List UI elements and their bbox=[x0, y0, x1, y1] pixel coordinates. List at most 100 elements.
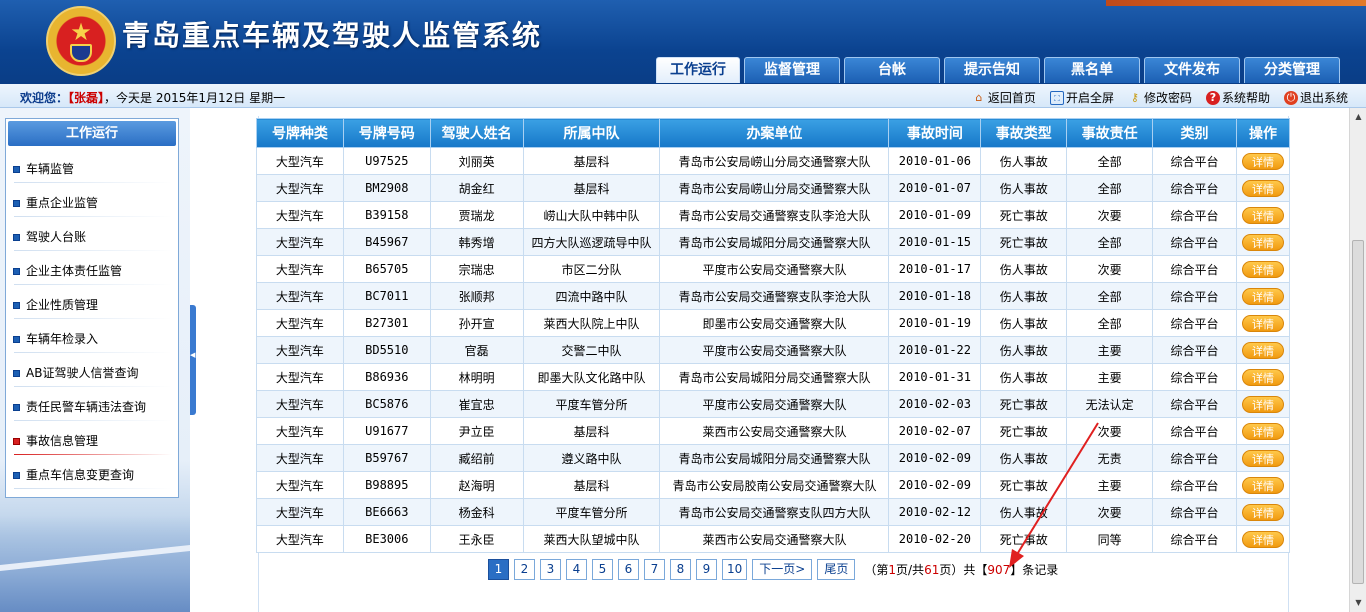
vertical-scrollbar[interactable]: ▲ ▼ bbox=[1349, 108, 1366, 612]
cell-plate-type: 大型汽车 bbox=[256, 417, 344, 445]
page-5-button[interactable]: 5 bbox=[592, 559, 613, 580]
cell-handling-unit: 平度市公安局交通警察大队 bbox=[659, 255, 890, 283]
sidebar-item-enterprise-nature[interactable]: 企业性质管理 bbox=[6, 288, 178, 322]
page-6-button[interactable]: 6 bbox=[618, 559, 639, 580]
sidebar-item-vehicle-change-query[interactable]: 重点车信息变更查询 bbox=[6, 458, 178, 492]
cell-driver-name: 崔宜忠 bbox=[429, 390, 524, 418]
cell-accident-type: 伤人事故 bbox=[980, 255, 1068, 283]
cell-handling-unit: 青岛市公安局城阳分局交通警察大队 bbox=[659, 228, 890, 256]
sidebar-item-accident-info[interactable]: 事故信息管理 bbox=[6, 424, 178, 458]
cell-accident-type: 死亡事故 bbox=[980, 471, 1068, 499]
tab-categories[interactable]: 分类管理 bbox=[1244, 57, 1340, 83]
detail-button[interactable]: 详情 bbox=[1241, 449, 1284, 467]
cell-accident-time: 2010-01-15 bbox=[888, 228, 982, 256]
tab-blacklist[interactable]: 黑名单 bbox=[1044, 57, 1140, 83]
fullscreen-link[interactable]: ⛶ 开启全屏 bbox=[1049, 89, 1114, 106]
cell-responsibility: 次要 bbox=[1066, 498, 1154, 526]
col-accident-time[interactable]: 事故时间 bbox=[888, 118, 982, 148]
change-password-link[interactable]: ⚷ 修改密码 bbox=[1128, 89, 1192, 106]
detail-button[interactable]: 详情 bbox=[1241, 368, 1284, 386]
sidebar-item-label: 驾驶人台账 bbox=[26, 230, 87, 244]
detail-button[interactable]: 详情 bbox=[1241, 341, 1284, 359]
user-name: 【张磊】 bbox=[68, 91, 105, 105]
sidebar-item-officer-violation-query[interactable]: 责任民警车辆违法查询 bbox=[6, 390, 178, 424]
next-page-button[interactable]: 下一页> bbox=[752, 559, 813, 580]
cell-responsibility: 无法认定 bbox=[1066, 390, 1154, 418]
page-2-button[interactable]: 2 bbox=[514, 559, 535, 580]
help-link[interactable]: ? 系统帮助 bbox=[1205, 89, 1270, 106]
cell-plate-number: B27301 bbox=[342, 309, 431, 337]
tab-ledger[interactable]: 台帐 bbox=[844, 57, 940, 83]
scroll-down-icon[interactable]: ▼ bbox=[1351, 595, 1366, 611]
detail-button[interactable]: 详情 bbox=[1241, 476, 1284, 494]
cell-plate-type: 大型汽车 bbox=[256, 282, 344, 310]
page-1-button[interactable]: 1 bbox=[488, 559, 509, 580]
col-driver-name[interactable]: 驾驶人姓名 bbox=[429, 118, 524, 148]
sidebar-item-label: 重点车信息变更查询 bbox=[26, 468, 135, 482]
col-accident-type[interactable]: 事故类型 bbox=[980, 118, 1068, 148]
page-8-button[interactable]: 8 bbox=[670, 559, 691, 580]
sidebar-item-ab-license-query[interactable]: AB证驾驶人信誉查询 bbox=[6, 356, 178, 390]
detail-button[interactable]: 详情 bbox=[1241, 422, 1284, 440]
tab-supervision[interactable]: 监督管理 bbox=[744, 57, 840, 83]
last-page-button[interactable]: 尾页 bbox=[817, 559, 856, 580]
cell-plate-number: U91677 bbox=[342, 417, 431, 445]
detail-button[interactable]: 详情 bbox=[1241, 233, 1284, 251]
detail-button[interactable]: 详情 bbox=[1241, 206, 1284, 224]
cell-driver-name: 赵海明 bbox=[429, 471, 524, 499]
bullet-icon bbox=[13, 166, 20, 173]
sidebar-item-annual-inspection[interactable]: 车辆年检录入 bbox=[6, 322, 178, 356]
page-10-button[interactable]: 10 bbox=[722, 559, 748, 580]
col-category[interactable]: 类别 bbox=[1152, 118, 1237, 148]
cell-accident-type: 死亡事故 bbox=[980, 390, 1068, 418]
sidebar-item-key-enterprise[interactable]: 重点企业监管 bbox=[6, 186, 178, 220]
cell-squad: 崂山大队中韩中队 bbox=[522, 201, 661, 229]
detail-button[interactable]: 详情 bbox=[1241, 287, 1284, 305]
cell-plate-type: 大型汽车 bbox=[256, 255, 344, 283]
bullet-icon bbox=[13, 438, 20, 445]
cell-accident-time: 2010-01-22 bbox=[888, 336, 982, 364]
scroll-thumb[interactable] bbox=[1352, 240, 1364, 584]
tab-documents[interactable]: 文件发布 bbox=[1144, 57, 1240, 83]
cell-plate-type: 大型汽车 bbox=[256, 228, 344, 256]
cell-driver-name: 尹立臣 bbox=[429, 417, 524, 445]
cell-accident-type: 伤人事故 bbox=[980, 309, 1068, 337]
cell-accident-type: 伤人事故 bbox=[980, 498, 1068, 526]
cell-responsibility: 同等 bbox=[1066, 525, 1154, 553]
sidebar-item-label: 企业主体责任监管 bbox=[26, 264, 123, 278]
cell-action: 详情 bbox=[1235, 471, 1291, 499]
col-handling-unit[interactable]: 办案单位 bbox=[659, 118, 890, 148]
cell-accident-time: 2010-01-31 bbox=[888, 363, 982, 391]
cell-handling-unit: 平度市公安局交通警察大队 bbox=[659, 390, 890, 418]
logout-link[interactable]: ⏻ 退出系统 bbox=[1283, 89, 1348, 106]
table-row: 大型汽车 BD5510 官磊 交警二中队 平度市公安局交通警察大队 2010-01-22 伤… bbox=[256, 336, 1291, 364]
col-plate-number[interactable]: 号牌号码 bbox=[342, 118, 431, 148]
cell-category: 综合平台 bbox=[1152, 390, 1237, 418]
sidebar-item-driver-ledger[interactable]: 驾驶人台账 bbox=[6, 220, 178, 254]
cell-accident-time: 2010-01-06 bbox=[888, 147, 982, 175]
sidebar-item-vehicle-supervision[interactable]: 车辆监管 bbox=[6, 152, 178, 186]
page-9-button[interactable]: 9 bbox=[696, 559, 717, 580]
col-responsibility[interactable]: 事故责任 bbox=[1066, 118, 1154, 148]
detail-button[interactable]: 详情 bbox=[1241, 260, 1284, 278]
tab-notices[interactable]: 提示告知 bbox=[944, 57, 1040, 83]
detail-button[interactable]: 详情 bbox=[1241, 314, 1284, 332]
table-header-row: 号牌种类 号牌号码 驾驶人姓名 所属中队 办案单位 事故时间 事故类型 事故责任… bbox=[256, 118, 1291, 148]
detail-button[interactable]: 详情 bbox=[1241, 395, 1284, 413]
page-3-button[interactable]: 3 bbox=[540, 559, 561, 580]
detail-button[interactable]: 详情 bbox=[1241, 152, 1284, 170]
page-4-button[interactable]: 4 bbox=[566, 559, 587, 580]
sidebar-item-enterprise-responsibility[interactable]: 企业主体责任监管 bbox=[6, 254, 178, 288]
cell-squad: 遵义路中队 bbox=[522, 444, 661, 472]
scroll-up-icon[interactable]: ▲ bbox=[1351, 109, 1366, 125]
cell-driver-name: 贾瑞龙 bbox=[429, 201, 524, 229]
home-link[interactable]: ⌂ 返回首页 bbox=[972, 89, 1036, 106]
cell-plate-number: B98895 bbox=[342, 471, 431, 499]
detail-button[interactable]: 详情 bbox=[1241, 179, 1284, 197]
col-squad[interactable]: 所属中队 bbox=[522, 118, 661, 148]
detail-button[interactable]: 详情 bbox=[1241, 530, 1284, 548]
page-7-button[interactable]: 7 bbox=[644, 559, 665, 580]
detail-button[interactable]: 详情 bbox=[1241, 503, 1284, 521]
col-plate-type[interactable]: 号牌种类 bbox=[256, 118, 344, 148]
tab-work-operation[interactable]: 工作运行 bbox=[656, 57, 740, 83]
